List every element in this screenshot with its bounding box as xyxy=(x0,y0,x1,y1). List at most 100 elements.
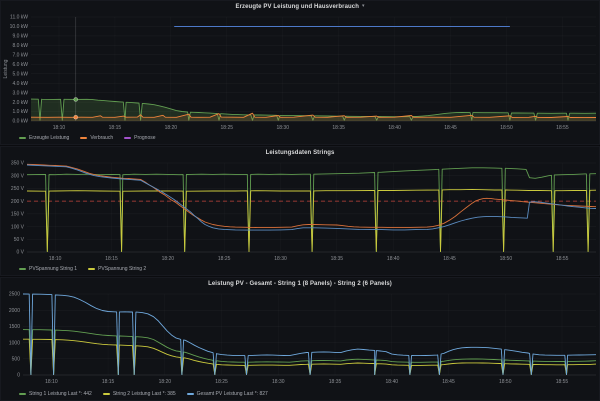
legend-label: String 1 Leistung Last *: 442 xyxy=(29,391,92,397)
svg-text:50 V: 50 V xyxy=(14,237,25,243)
legend-swatch xyxy=(19,268,26,270)
legend-label: Verbrauch xyxy=(90,135,113,141)
svg-text:3.0 kW: 3.0 kW xyxy=(12,90,28,96)
svg-text:18:30: 18:30 xyxy=(272,379,285,385)
svg-text:18:55: 18:55 xyxy=(556,125,569,131)
legend-item[interactable]: String 1 Leistung Last *: 442 xyxy=(19,391,92,397)
legend-swatch xyxy=(19,137,26,139)
svg-text:18:45: 18:45 xyxy=(444,125,457,131)
svg-text:150 V: 150 V xyxy=(11,212,25,218)
legend-swatch xyxy=(88,268,95,270)
svg-text:2000: 2000 xyxy=(9,308,20,314)
legend-label: Erzeugte Leistung xyxy=(29,135,69,141)
legend: Erzeugte Leistung Verbrauch Prognose xyxy=(19,133,156,143)
legend-swatch xyxy=(103,393,110,395)
legend-label: PVSpannung String 2 xyxy=(98,266,146,272)
legend-item[interactable]: Gesamt PV Leistung Last *: 827 xyxy=(187,391,268,397)
legend-swatch xyxy=(187,393,194,395)
panel-leistung-pv-strings: Leistung PV - Gesamt - String 1 (8 Panel… xyxy=(0,277,600,401)
svg-text:18:25: 18:25 xyxy=(218,256,231,262)
svg-text:2500: 2500 xyxy=(9,292,20,298)
svg-text:18:30: 18:30 xyxy=(274,256,287,262)
chevron-down-icon[interactable]: ▾ xyxy=(362,4,365,9)
legend-label: PVSpannung String 1 xyxy=(29,266,77,272)
chart-string-spannungen[interactable]: 0 V50 V100 V150 V200 V250 V300 V350 V18:… xyxy=(1,158,600,265)
svg-text:18:35: 18:35 xyxy=(329,379,342,385)
svg-text:100 V: 100 V xyxy=(11,224,25,230)
legend-swatch xyxy=(19,393,26,395)
svg-text:4.0 kW: 4.0 kW xyxy=(12,81,28,87)
panel-title[interactable]: Erzeugte PV Leistung und Hausverbrauch xyxy=(235,4,359,10)
svg-text:7.0 kW: 7.0 kW xyxy=(12,53,28,59)
svg-text:18:20: 18:20 xyxy=(159,379,172,385)
svg-text:18:35: 18:35 xyxy=(331,256,344,262)
svg-text:500: 500 xyxy=(12,357,21,363)
svg-text:18:50: 18:50 xyxy=(500,125,513,131)
legend-swatch xyxy=(124,137,131,139)
panel-title[interactable]: Leistung PV - Gesamt - String 1 (8 Panel… xyxy=(208,281,392,287)
hover-point-marker xyxy=(74,115,78,119)
svg-text:18:25: 18:25 xyxy=(215,379,228,385)
panel-header: Leistungsdaten Strings xyxy=(1,147,599,158)
legend: PVSpannung String 1 PVSpannung String 2 xyxy=(19,264,146,274)
svg-text:11.0 kW: 11.0 kW xyxy=(10,15,28,21)
svg-text:8.0 kW: 8.0 kW xyxy=(12,43,28,49)
svg-text:18:40: 18:40 xyxy=(388,125,401,131)
svg-text:0: 0 xyxy=(17,373,20,379)
chart-pv-leistung-hausverbrauch[interactable]: 0.0 kW 1.0 kW 2.0 kW 3.0 kW 4.0 kW 5.0 kW 6.0 … xyxy=(1,12,600,134)
svg-text:18:50: 18:50 xyxy=(500,256,513,262)
svg-text:2.0 kW: 2.0 kW xyxy=(12,100,28,106)
svg-text:6.0 kW: 6.0 kW xyxy=(12,62,28,68)
svg-text:0.0 kW: 0.0 kW xyxy=(12,119,28,125)
svg-text:18:10: 18:10 xyxy=(53,125,66,131)
panel-title[interactable]: Leistungsdaten Strings xyxy=(266,150,335,156)
svg-text:18:10: 18:10 xyxy=(49,256,62,262)
svg-text:18:20: 18:20 xyxy=(162,256,175,262)
svg-text:10.0 kW: 10.0 kW xyxy=(10,24,29,30)
legend-label: String 2 Leistung Last *: 385 xyxy=(113,391,176,397)
svg-text:18:45: 18:45 xyxy=(442,379,455,385)
svg-text:200 V: 200 V xyxy=(11,199,25,205)
panel-erzeugte-pv-leistung: Erzeugte PV Leistung und Hausverbrauch ▾… xyxy=(0,0,600,145)
svg-text:18:25: 18:25 xyxy=(221,125,234,131)
hover-point-marker xyxy=(74,97,78,101)
svg-text:18:40: 18:40 xyxy=(386,379,399,385)
series-gesamt-pv-leistung xyxy=(23,294,596,375)
legend-swatch xyxy=(80,137,87,139)
grafana-dashboard: Erzeugte PV Leistung und Hausverbrauch ▾… xyxy=(0,0,600,401)
chart-string-leistungen[interactable]: 0 500 1000 1500 2000 2500 18:10 18:15 18:20 18:25… xyxy=(1,289,600,388)
legend: String 1 Leistung Last *: 442 String 2 Le… xyxy=(19,389,268,399)
legend-item[interactable]: String 2 Leistung Last *: 385 xyxy=(103,391,176,397)
svg-text:18:50: 18:50 xyxy=(499,379,512,385)
svg-text:5.0 kW: 5.0 kW xyxy=(12,71,28,77)
legend-label: Gesamt PV Leistung Last *: 827 xyxy=(197,391,268,397)
panel-header: Leistung PV - Gesamt - String 1 (8 Panel… xyxy=(1,278,599,289)
y-axis-label: Leistung xyxy=(3,59,9,78)
svg-text:9.0 kW: 9.0 kW xyxy=(12,34,28,40)
svg-text:350 V: 350 V xyxy=(11,161,25,167)
svg-text:18:45: 18:45 xyxy=(443,256,456,262)
panel-leistungsdaten-strings: Leistungsdaten Strings 0 V 50 V 100 V 150 V… xyxy=(0,146,600,276)
legend-item[interactable]: Verbrauch xyxy=(80,135,113,141)
svg-text:18:55: 18:55 xyxy=(556,379,569,385)
svg-text:18:15: 18:15 xyxy=(105,256,118,262)
svg-text:250 V: 250 V xyxy=(11,186,25,192)
svg-text:1500: 1500 xyxy=(9,324,20,330)
svg-text:18:15: 18:15 xyxy=(102,379,115,385)
legend-item[interactable]: PVSpannung String 1 xyxy=(19,266,77,272)
panel-header: Erzeugte PV Leistung und Hausverbrauch ▾ xyxy=(1,1,599,12)
legend-item[interactable]: Erzeugte Leistung xyxy=(19,135,69,141)
legend-item[interactable]: Prognose xyxy=(124,135,155,141)
svg-text:18:35: 18:35 xyxy=(332,125,345,131)
svg-text:0 V: 0 V xyxy=(16,250,24,256)
legend-item[interactable]: PVSpannung String 2 xyxy=(88,266,146,272)
svg-text:18:10: 18:10 xyxy=(45,379,58,385)
legend-label: Prognose xyxy=(134,135,155,141)
svg-text:18:15: 18:15 xyxy=(109,125,122,131)
svg-text:18:30: 18:30 xyxy=(276,125,289,131)
svg-text:1000: 1000 xyxy=(9,340,20,346)
series-pvspannung-string-2 xyxy=(27,189,596,251)
svg-text:18:20: 18:20 xyxy=(165,125,178,131)
svg-text:1.0 kW: 1.0 kW xyxy=(12,109,28,115)
svg-text:18:40: 18:40 xyxy=(387,256,400,262)
